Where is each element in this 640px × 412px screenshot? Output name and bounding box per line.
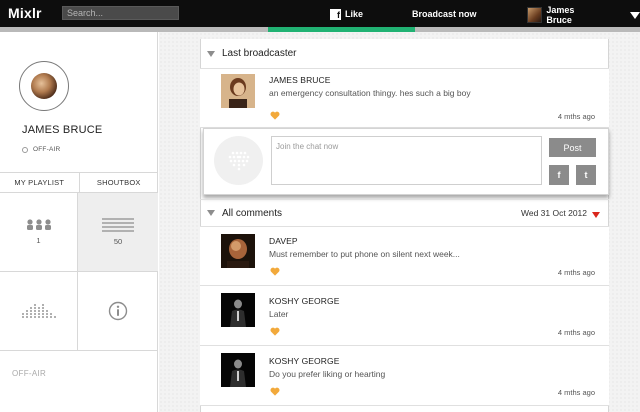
comment-time: 4 mths ago [557, 268, 595, 277]
comment-text: Later [269, 309, 289, 319]
status-dot-icon [22, 146, 28, 153]
facebook-icon: f [330, 8, 341, 20]
comment-author[interactable]: DAVEP [269, 236, 298, 246]
profile-avatar[interactable] [31, 73, 57, 99]
last-broadcaster-header[interactable]: Last broadcaster [200, 39, 609, 69]
comment-row: KOSHY GEORGE Do you prefer liking or hea… [200, 346, 609, 406]
facebook-like-label: Like [345, 9, 364, 19]
status-row: OFF-AIR [22, 146, 60, 153]
comment-time: 4 mths ago [557, 112, 595, 121]
top-navigation-bar: Mixlr f Like Broadcast now James Bruce [0, 0, 640, 27]
comment-time: 4 mths ago [557, 328, 595, 337]
collapse-triangle-icon [207, 50, 215, 57]
tab-my-playlist[interactable]: MY PLAYLIST [0, 173, 79, 192]
listeners-cell[interactable]: 1 [0, 193, 78, 272]
comment-author[interactable]: JAMES BRUCE [269, 75, 331, 85]
comment-text: Must remember to put phone on silent nex… [269, 249, 460, 259]
status-label: OFF-AIR [33, 146, 61, 153]
comment-row: DAVEP Must remember to put phone on sile… [200, 227, 609, 286]
chat-input[interactable] [271, 136, 542, 185]
avatar[interactable] [221, 293, 255, 327]
people-icon [26, 219, 51, 230]
sort-triangle-icon[interactable] [592, 212, 600, 218]
facebook-share-icon: f [557, 170, 561, 180]
comment-time: 4 mths ago [557, 388, 595, 397]
mixlr-logo[interactable]: Mixlr [8, 5, 42, 21]
avatar[interactable] [221, 234, 255, 268]
listeners-count: 1 [36, 236, 41, 245]
collapse-triangle-icon [207, 210, 215, 216]
off-air-label: OFF-AIR [12, 369, 47, 378]
user-name: James Bruce [546, 5, 575, 25]
broadcast-now-button[interactable]: Broadcast now [412, 9, 477, 19]
profile-sidebar: JAMES BRUCE OFF-AIR MY PLAYLIST SHOUTBOX… [0, 32, 158, 412]
comments-cell[interactable]: 50 [78, 193, 158, 272]
tab-shoutbox[interactable]: SHOUTBOX [78, 173, 159, 192]
heart-icon[interactable] [270, 387, 280, 396]
info-cell[interactable] [78, 272, 158, 351]
facebook-share-button[interactable]: f [549, 165, 569, 185]
search-input[interactable] [62, 6, 179, 20]
facebook-like-button[interactable]: f Like [330, 7, 363, 21]
dropdown-caret-icon[interactable] [630, 11, 640, 19]
lines-icon [102, 218, 134, 232]
heart-icon[interactable] [270, 327, 280, 336]
section-title: Last broadcaster [222, 48, 297, 59]
sidebar-tabs: MY PLAYLIST SHOUTBOX [0, 172, 158, 193]
equalizer-icon [21, 304, 56, 318]
all-comments-header[interactable]: All comments Wed 31 Oct 2012 [200, 199, 609, 227]
section-title: All comments [222, 207, 283, 219]
chat-composer: Post f t [203, 128, 609, 195]
avatar[interactable] [221, 353, 255, 387]
comment-text: Do you prefer liking or hearting [269, 369, 386, 379]
comments-date: Wed 31 Oct 2012 [521, 208, 587, 218]
comment-author[interactable]: KOSHY GEORGE [269, 296, 339, 306]
info-icon [108, 301, 128, 321]
twitter-share-button[interactable]: t [576, 165, 596, 185]
heart-icon[interactable] [270, 111, 280, 120]
sidebar-grid: 1 50 [0, 193, 158, 351]
heart-icon[interactable] [270, 267, 280, 276]
user-avatar [527, 7, 543, 23]
user-menu[interactable]: James Bruce [527, 5, 640, 25]
comment-row: KOSHY GEORGE Later 4 mths ago [200, 286, 609, 346]
chat-avatar-placeholder [214, 136, 263, 185]
post-button[interactable]: Post [549, 138, 596, 157]
comment-author[interactable]: KOSHY GEORGE [269, 356, 339, 366]
comments-count: 50 [113, 237, 123, 246]
profile-name: JAMES BRUCE [22, 124, 103, 136]
avatar[interactable] [221, 74, 255, 108]
heart-dots-icon [228, 151, 249, 170]
equalizer-cell[interactable] [0, 272, 78, 351]
comment-text: an emergency consultation thingy. hes su… [269, 88, 471, 98]
last-broadcaster-entry: JAMES BRUCE an emergency consultation th… [200, 69, 609, 128]
twitter-share-icon: t [584, 170, 588, 180]
